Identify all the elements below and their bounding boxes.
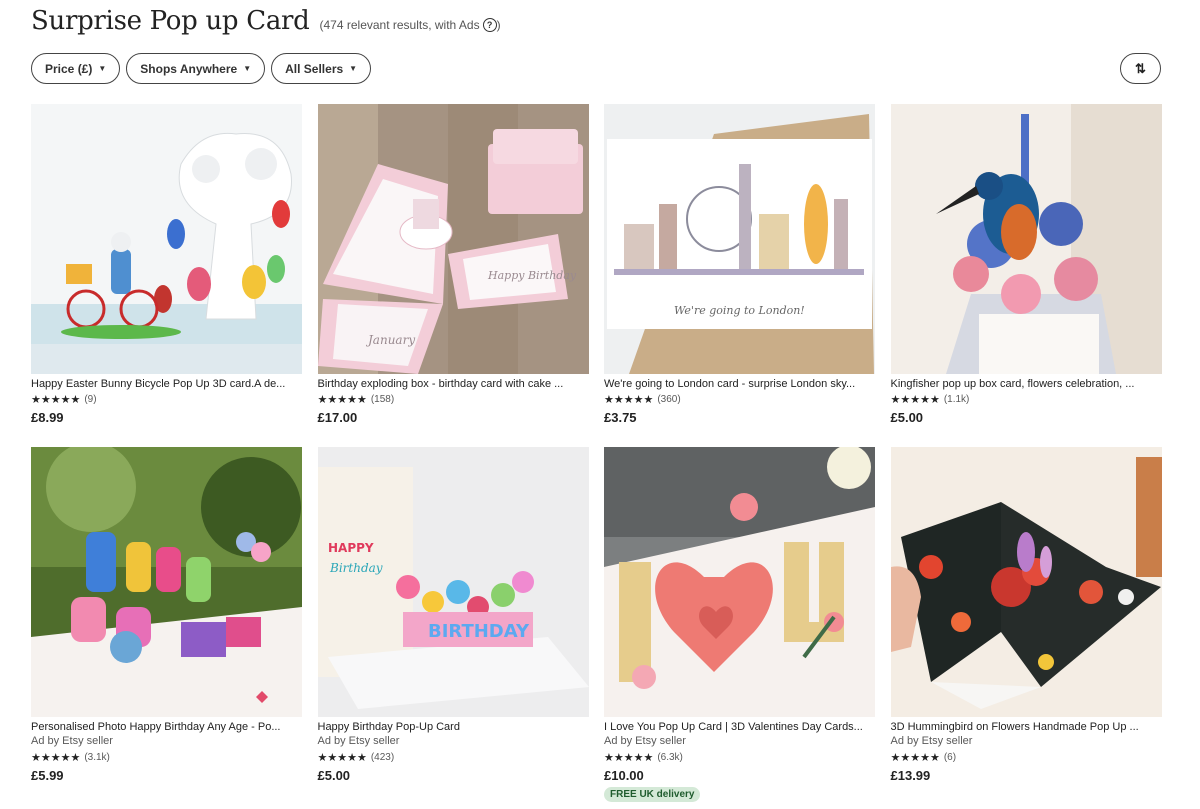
ad-label: Ad by Etsy seller: [317, 735, 400, 747]
product-price: £5.00: [890, 410, 924, 425]
rating: ★★★★★ (6): [891, 749, 1162, 765]
product-price: £3.75: [604, 410, 637, 425]
product-title[interactable]: Happy Easter Bunny Bicycle Pop Up 3D car…: [31, 377, 302, 391]
results-count: (474 relevant results, with Ads ? ): [320, 18, 501, 32]
review-count: (1.1k): [943, 393, 970, 405]
price-filter-button[interactable]: Price (£) ▼: [31, 53, 121, 84]
product-image-personalised-birthday[interactable]: [31, 447, 302, 717]
results-text: (474 relevant results, with Ads: [319, 18, 480, 32]
ad-label: Ad by Etsy seller: [31, 735, 113, 747]
review-count: (360): [657, 393, 681, 405]
chevron-down-icon: ▼: [98, 64, 107, 73]
search-header: Surprise Pop up Card (474 relevant resul…: [31, 6, 501, 36]
review-count: (6.3k): [657, 751, 683, 763]
svg-text:Happy Birthday: Happy Birthday: [487, 269, 577, 282]
review-count: (6): [943, 751, 957, 763]
product-price: £8.99: [31, 410, 64, 425]
star-rating-icon: ★★★★★: [317, 393, 367, 406]
product-grid: Happy Easter Bunny Bicycle Pop Up 3D car…: [31, 104, 1162, 809]
product-card[interactable]: Happy Easter Bunny Bicycle Pop Up 3D car…: [31, 104, 302, 447]
page-title: Surprise Pop up Card: [31, 6, 310, 36]
results-close: ): [496, 18, 501, 32]
ad-label: Ad by Etsy seller: [890, 735, 973, 747]
product-image-easter-bunny[interactable]: [31, 104, 302, 374]
review-count: (9): [84, 393, 97, 405]
filter-bar: Price (£) ▼ Shops Anywhere ▼ All Sellers…: [31, 53, 372, 84]
sort-icon: ⇅: [1135, 60, 1146, 76]
product-price: £13.99: [890, 768, 931, 783]
product-title[interactable]: 3D Hummingbird on Flowers Handmade Pop U…: [891, 720, 1162, 734]
star-rating-icon: ★★★★★: [604, 393, 654, 406]
star-rating-icon: ★★★★★: [890, 393, 940, 406]
product-price: £5.00: [317, 768, 351, 783]
sort-button[interactable]: ⇅: [1120, 53, 1161, 84]
product-title[interactable]: Happy Birthday Pop-Up Card: [318, 720, 589, 734]
product-card[interactable]: I Love You Pop Up Card | 3D Valentines D…: [604, 447, 875, 809]
star-rating-icon: ★★★★★: [604, 751, 654, 764]
free-delivery-badge: FREE UK delivery: [604, 787, 701, 802]
review-count: (158): [370, 393, 395, 405]
svg-text:January: January: [365, 333, 415, 347]
product-price: £10.00: [604, 768, 644, 783]
help-icon[interactable]: ?: [482, 18, 497, 32]
product-card[interactable]: Kingfisher pop up box card, flowers cele…: [890, 104, 1162, 447]
product-price: £5.99: [31, 768, 64, 783]
product-title[interactable]: I Love You Pop Up Card | 3D Valentines D…: [604, 720, 875, 734]
product-image-i-love-you[interactable]: [604, 447, 875, 717]
star-rating-icon: ★★★★★: [890, 751, 940, 764]
chevron-down-icon: ▼: [243, 64, 252, 73]
ad-label: Ad by Etsy seller: [604, 735, 686, 747]
rating: ★★★★★ (423): [318, 749, 589, 765]
rating: ★★★★★ (1.1k): [891, 391, 1162, 407]
rating: ★★★★★ (3.1k): [31, 749, 302, 765]
star-rating-icon: ★★★★★: [31, 393, 81, 406]
svg-text:BIRTHDAY: BIRTHDAY: [428, 621, 530, 642]
shops-filter-label: Shops Anywhere: [140, 61, 238, 76]
svg-text:Birthday: Birthday: [329, 561, 383, 575]
product-image-exploding-box[interactable]: January Happy Birthday: [317, 104, 589, 374]
product-card[interactable]: HAPPY Birthday BIRTHDAY Happy Birthday P…: [317, 447, 589, 809]
product-card[interactable]: Personalised Photo Happy Birthday Any Ag…: [31, 447, 302, 809]
shops-filter-button[interactable]: Shops Anywhere ▼: [126, 53, 266, 84]
rating: ★★★★★ (9): [31, 391, 302, 407]
svg-text:We're going to London!: We're going to London!: [674, 304, 805, 317]
product-image-happy-birthday[interactable]: HAPPY Birthday BIRTHDAY: [317, 447, 589, 717]
product-image-kingfisher[interactable]: [890, 104, 1162, 374]
chevron-down-icon: ▼: [349, 64, 358, 73]
product-price: £17.00: [317, 410, 358, 425]
product-title[interactable]: We're going to London card - surprise Lo…: [604, 377, 875, 391]
svg-text:HAPPY: HAPPY: [328, 541, 374, 555]
product-card[interactable]: We're going to London! We're going to Lo…: [604, 104, 875, 447]
product-image-hummingbird[interactable]: [890, 447, 1162, 717]
rating: ★★★★★ (6.3k): [604, 749, 875, 765]
product-image-london-card[interactable]: We're going to London!: [604, 104, 875, 374]
price-filter-label: Price (£): [45, 61, 93, 76]
star-rating-icon: ★★★★★: [317, 751, 367, 764]
star-rating-icon: ★★★★★: [31, 751, 81, 764]
product-title[interactable]: Kingfisher pop up box card, flowers cele…: [891, 377, 1162, 391]
product-card[interactable]: January Happy Birthday Birthday explodin…: [317, 104, 589, 447]
product-title[interactable]: Birthday exploding box - birthday card w…: [318, 377, 589, 391]
rating: ★★★★★ (158): [318, 391, 589, 407]
product-title[interactable]: Personalised Photo Happy Birthday Any Ag…: [31, 720, 302, 734]
sellers-filter-button[interactable]: All Sellers ▼: [271, 53, 372, 84]
sellers-filter-label: All Sellers: [285, 61, 344, 76]
review-count: (423): [370, 751, 395, 763]
rating: ★★★★★ (360): [604, 391, 875, 407]
review-count: (3.1k): [84, 751, 110, 763]
product-card[interactable]: 3D Hummingbird on Flowers Handmade Pop U…: [890, 447, 1162, 809]
